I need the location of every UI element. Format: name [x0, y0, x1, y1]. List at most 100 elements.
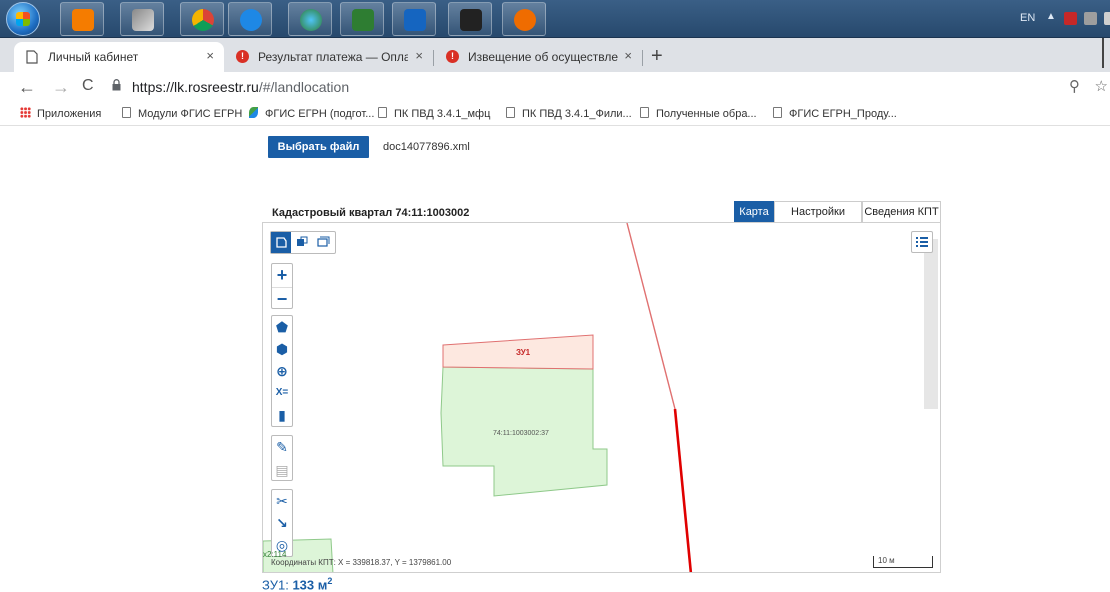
drawing-tools: ⬟ ⬢ ⊕ X= ▮ — [271, 315, 293, 427]
zoom-icon[interactable]: ⚲ — [1069, 77, 1080, 95]
bookmark-item[interactable]: ФГИС ЕГРН (подгот... — [249, 107, 374, 120]
area-label: ЗУ1: — [262, 577, 289, 592]
new-parcel-label: ЗУ1 — [516, 348, 531, 357]
warning-icon: ! — [236, 50, 249, 63]
import-download-icon[interactable]: ⊕ — [272, 360, 292, 382]
warning-icon: ! — [446, 50, 459, 63]
tray-expand-icon[interactable]: ▲ — [1046, 11, 1056, 22]
lock-icon — [112, 79, 121, 91]
page-icon — [378, 107, 387, 118]
chrome-app-icon[interactable] — [180, 2, 224, 36]
language-indicator[interactable]: EN — [1020, 12, 1035, 24]
windows-start-button[interactable] — [6, 2, 40, 36]
cut-scissors-icon[interactable]: ✂ — [272, 490, 292, 512]
geometry-tools: ✂ ↘ ◎ — [271, 489, 293, 557]
choose-kpt-file-button[interactable]: Выбрать файл КПТ — [268, 136, 369, 175]
image-viewer-app-icon[interactable] — [448, 2, 492, 36]
tab-title: Личный кабинет — [48, 50, 139, 64]
spreadsheet-app-icon[interactable] — [340, 2, 384, 36]
tab-title: Результат платежа — Оплата гос — [258, 50, 408, 64]
bookmark-item[interactable]: ФГИС ЕГРН_Проду... — [773, 107, 897, 120]
draw-polygon-icon[interactable]: ⬟ — [272, 316, 292, 338]
new-tab-button[interactable]: + — [651, 45, 663, 68]
delete-trash-icon[interactable]: ▮ — [272, 404, 292, 426]
volume-icon[interactable] — [1104, 12, 1110, 25]
bookmark-star-icon[interactable]: ☆ — [1095, 77, 1108, 95]
draw-multipolygon-icon[interactable]: ⬢ — [272, 338, 292, 360]
back-arrow-icon[interactable]: ← — [18, 77, 36, 98]
scale-bar: 10 м — [873, 556, 933, 568]
url-path: /#/landlocation — [258, 79, 350, 95]
tab-close-icon[interactable]: × — [206, 48, 214, 63]
page-icon — [640, 107, 649, 118]
boundary-line-thick — [673, 408, 693, 572]
ie-app-icon[interactable] — [228, 2, 272, 36]
reload-icon[interactable]: C — [82, 77, 94, 95]
boundary-line-thin — [626, 223, 676, 410]
tray-app-icon[interactable] — [1064, 12, 1077, 25]
list-icon — [916, 237, 928, 247]
media-player-app-icon[interactable] — [60, 2, 104, 36]
triangle-app-icon[interactable] — [120, 2, 164, 36]
browser-tab-strip: Личный кабинет × ! Результат платежа — О… — [0, 38, 1110, 72]
tab-map[interactable]: Карта — [734, 201, 774, 222]
page-icon — [122, 107, 131, 118]
browser-toolbar: ← → C https://lk.rosreestr.ru/#/landloca… — [0, 72, 1110, 104]
url-domain: https://lk.rosreestr.ru — [132, 79, 259, 95]
page-icon — [26, 50, 38, 64]
globe-app-icon[interactable] — [288, 2, 332, 36]
cursor-coordinates: Координаты КПТ: X = 339818.37, Y = 13798… — [271, 558, 452, 567]
layers-icon — [297, 236, 308, 246]
split-line-icon[interactable]: ↘ — [272, 512, 292, 534]
scale-label: 10 м — [878, 556, 895, 565]
zoom-controls: + − — [271, 263, 293, 309]
tab-separator — [642, 50, 643, 66]
zoom-in-button[interactable]: + — [272, 264, 292, 286]
coordinates-input-icon[interactable]: X= — [272, 382, 292, 404]
save-icon[interactable]: ▤ — [272, 459, 292, 481]
tab-map-settings[interactable]: Настройки карты — [774, 201, 862, 238]
frame-select-mode-button[interactable] — [313, 232, 333, 253]
network-icon[interactable] — [1084, 12, 1097, 25]
document-app-icon[interactable] — [392, 2, 436, 36]
frame-icon — [317, 236, 330, 247]
tab-title: Извещение об осуществлении — [468, 50, 618, 64]
page-icon — [506, 107, 515, 118]
bookmark-apps[interactable]: Приложения — [20, 107, 101, 120]
bookmark-item[interactable]: ПК ПВД 3.4.1_мфц — [378, 107, 490, 120]
existing-parcel-label: 74:11:1003002:37 — [493, 430, 549, 437]
legend-list-button[interactable] — [911, 231, 933, 253]
tab-close-icon[interactable]: × — [624, 48, 632, 63]
map-canvas[interactable]: ЗУ1 74:11:1003002:37 — [263, 223, 941, 573]
map-scrollbar[interactable] — [924, 239, 938, 409]
apps-grid-icon — [20, 107, 31, 118]
area-value: 133 — [292, 577, 315, 592]
tab-personal-cabinet[interactable]: Личный кабинет × — [14, 42, 224, 72]
tab-close-icon[interactable]: × — [415, 48, 423, 63]
object-select-mode-button[interactable] — [292, 232, 312, 253]
bookmark-item[interactable]: Полученные обра... — [640, 107, 757, 120]
egrn-logo-icon — [249, 107, 258, 118]
forward-arrow-icon[interactable]: → — [52, 77, 70, 98]
selection-mode-bar — [270, 231, 336, 254]
area-result: ЗУ1: 133 м2 — [262, 576, 332, 592]
bookmark-item[interactable]: ПК ПВД 3.4.1_Фили... — [506, 107, 632, 120]
zoom-out-button[interactable]: − — [272, 287, 292, 309]
bookmark-item[interactable]: Модули ФГИС ЕГРН — [122, 107, 242, 120]
edit-tools: ✎ ▤ — [271, 435, 293, 481]
tab-payment-result[interactable]: ! Результат платежа — Оплата гос × — [224, 42, 433, 72]
edit-pencil-icon[interactable]: ✎ — [272, 436, 292, 458]
window-control[interactable] — [1102, 38, 1110, 68]
area-unit-power: 2 — [327, 576, 333, 586]
selected-file-name: doc14077896.xml — [383, 141, 470, 153]
cadastral-map[interactable]: ЗУ1 74:11:1003002:37 + − ⬟ ⬢ ⊕ X= ▮ ✎ ▤ … — [262, 222, 941, 573]
tab-kpt-info[interactable]: Сведения КПТ — [862, 201, 941, 222]
tab-notice[interactable]: ! Извещение об осуществлении × — [434, 42, 642, 72]
polygon-select-icon — [276, 237, 287, 248]
area-unit: м — [317, 577, 328, 592]
address-bar[interactable]: https://lk.rosreestr.ru/#/landlocation ⚲… — [108, 74, 1108, 100]
polygon-select-mode-button[interactable] — [271, 232, 291, 253]
orange-app-icon[interactable] — [502, 2, 546, 36]
cadastral-quarter-title: Кадастровый квартал 74:11:1003002 — [272, 207, 470, 219]
windows-taskbar: EN ▲ — [0, 0, 1110, 38]
